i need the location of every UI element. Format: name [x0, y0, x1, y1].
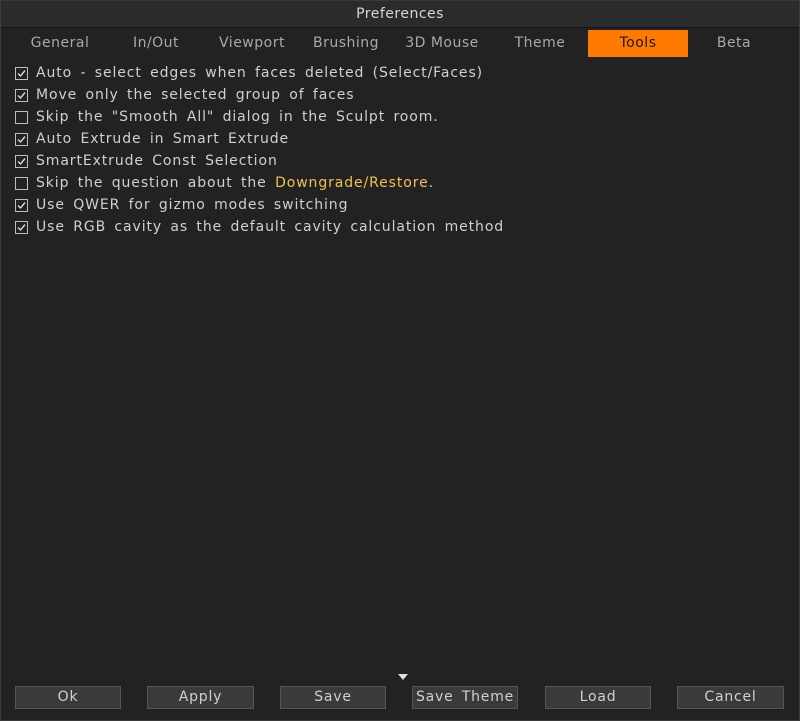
option-qwer-gizmo: Use QWER for gizmo modes switching [15, 194, 785, 216]
checkbox-move-selected-group[interactable] [15, 88, 28, 102]
checkbox-skip-smooth-all[interactable] [15, 110, 28, 124]
checkbox-qwer-gizmo[interactable] [15, 198, 28, 212]
checkmark-icon [17, 157, 26, 165]
checkmark-icon [17, 135, 26, 143]
tab-bar: General In/Out Viewport Brushing 3D Mous… [1, 30, 799, 58]
checkmark-icon [17, 223, 26, 231]
window-title: Preferences [1, 1, 799, 28]
tab-beta[interactable]: Beta [683, 30, 785, 57]
checkbox-smartextrude-const[interactable] [15, 154, 28, 168]
tab-general[interactable]: General [9, 30, 111, 57]
tab-tools[interactable]: Tools [588, 30, 688, 57]
option-rgb-cavity: Use RGB cavity as the default cavity cal… [15, 216, 785, 238]
tab-3d-mouse[interactable]: 3D Mouse [391, 30, 493, 57]
dialog-button-bar: Ok Apply Save Save Theme Load Cancel [1, 684, 799, 714]
cancel-button[interactable]: Cancel [677, 686, 784, 709]
load-button[interactable]: Load [545, 686, 651, 709]
checkbox-rgb-cavity[interactable] [15, 220, 28, 234]
checkmark-icon [17, 69, 26, 77]
ok-button[interactable]: Ok [15, 686, 121, 709]
checkmark-icon [17, 201, 26, 209]
tab-in-out[interactable]: In/Out [105, 30, 207, 57]
checkbox-skip-downgrade-question[interactable] [15, 176, 28, 190]
checkbox-auto-select-edges[interactable] [15, 66, 28, 80]
option-auto-select-edges: Auto - select edges when faces deleted (… [15, 62, 785, 84]
option-label: Move only the selected group of faces [36, 87, 355, 103]
option-label: Skip the "Smooth All" dialog in the Scul… [36, 109, 439, 125]
save-theme-button[interactable]: Save Theme [412, 686, 518, 709]
option-label: Auto Extrude in Smart Extrude [36, 131, 290, 147]
tab-viewport[interactable]: Viewport [201, 30, 303, 57]
option-skip-downgrade-question: Skip the question about the Downgrade/Re… [15, 172, 785, 194]
tools-options-list: Auto - select edges when faces deleted (… [15, 62, 785, 238]
option-label: SmartExtrude Const Selection [36, 153, 278, 169]
option-auto-extrude: Auto Extrude in Smart Extrude [15, 128, 785, 150]
option-label-prefix: Skip the question about the [36, 175, 276, 191]
preferences-window: Preferences General In/Out Viewport Brus… [0, 0, 800, 721]
option-label: Use QWER for gizmo modes switching [36, 197, 349, 213]
option-label-suffix: . [428, 175, 434, 191]
option-label: Use RGB cavity as the default cavity cal… [36, 219, 505, 235]
option-smartextrude-const: SmartExtrude Const Selection [15, 150, 785, 172]
checkmark-icon [17, 91, 26, 99]
checkbox-auto-extrude[interactable] [15, 132, 28, 146]
option-move-selected-group: Move only the selected group of faces [15, 84, 785, 106]
downgrade-restore-link[interactable]: Downgrade/Restore [275, 175, 429, 191]
apply-button[interactable]: Apply [147, 686, 254, 709]
scroll-down-arrow-icon[interactable] [398, 674, 408, 680]
option-skip-smooth-all: Skip the "Smooth All" dialog in the Scul… [15, 106, 785, 128]
save-button[interactable]: Save [280, 686, 386, 709]
tab-brushing[interactable]: Brushing [295, 30, 397, 57]
tab-theme[interactable]: Theme [489, 30, 591, 57]
option-label: Auto - select edges when faces deleted (… [36, 65, 483, 81]
